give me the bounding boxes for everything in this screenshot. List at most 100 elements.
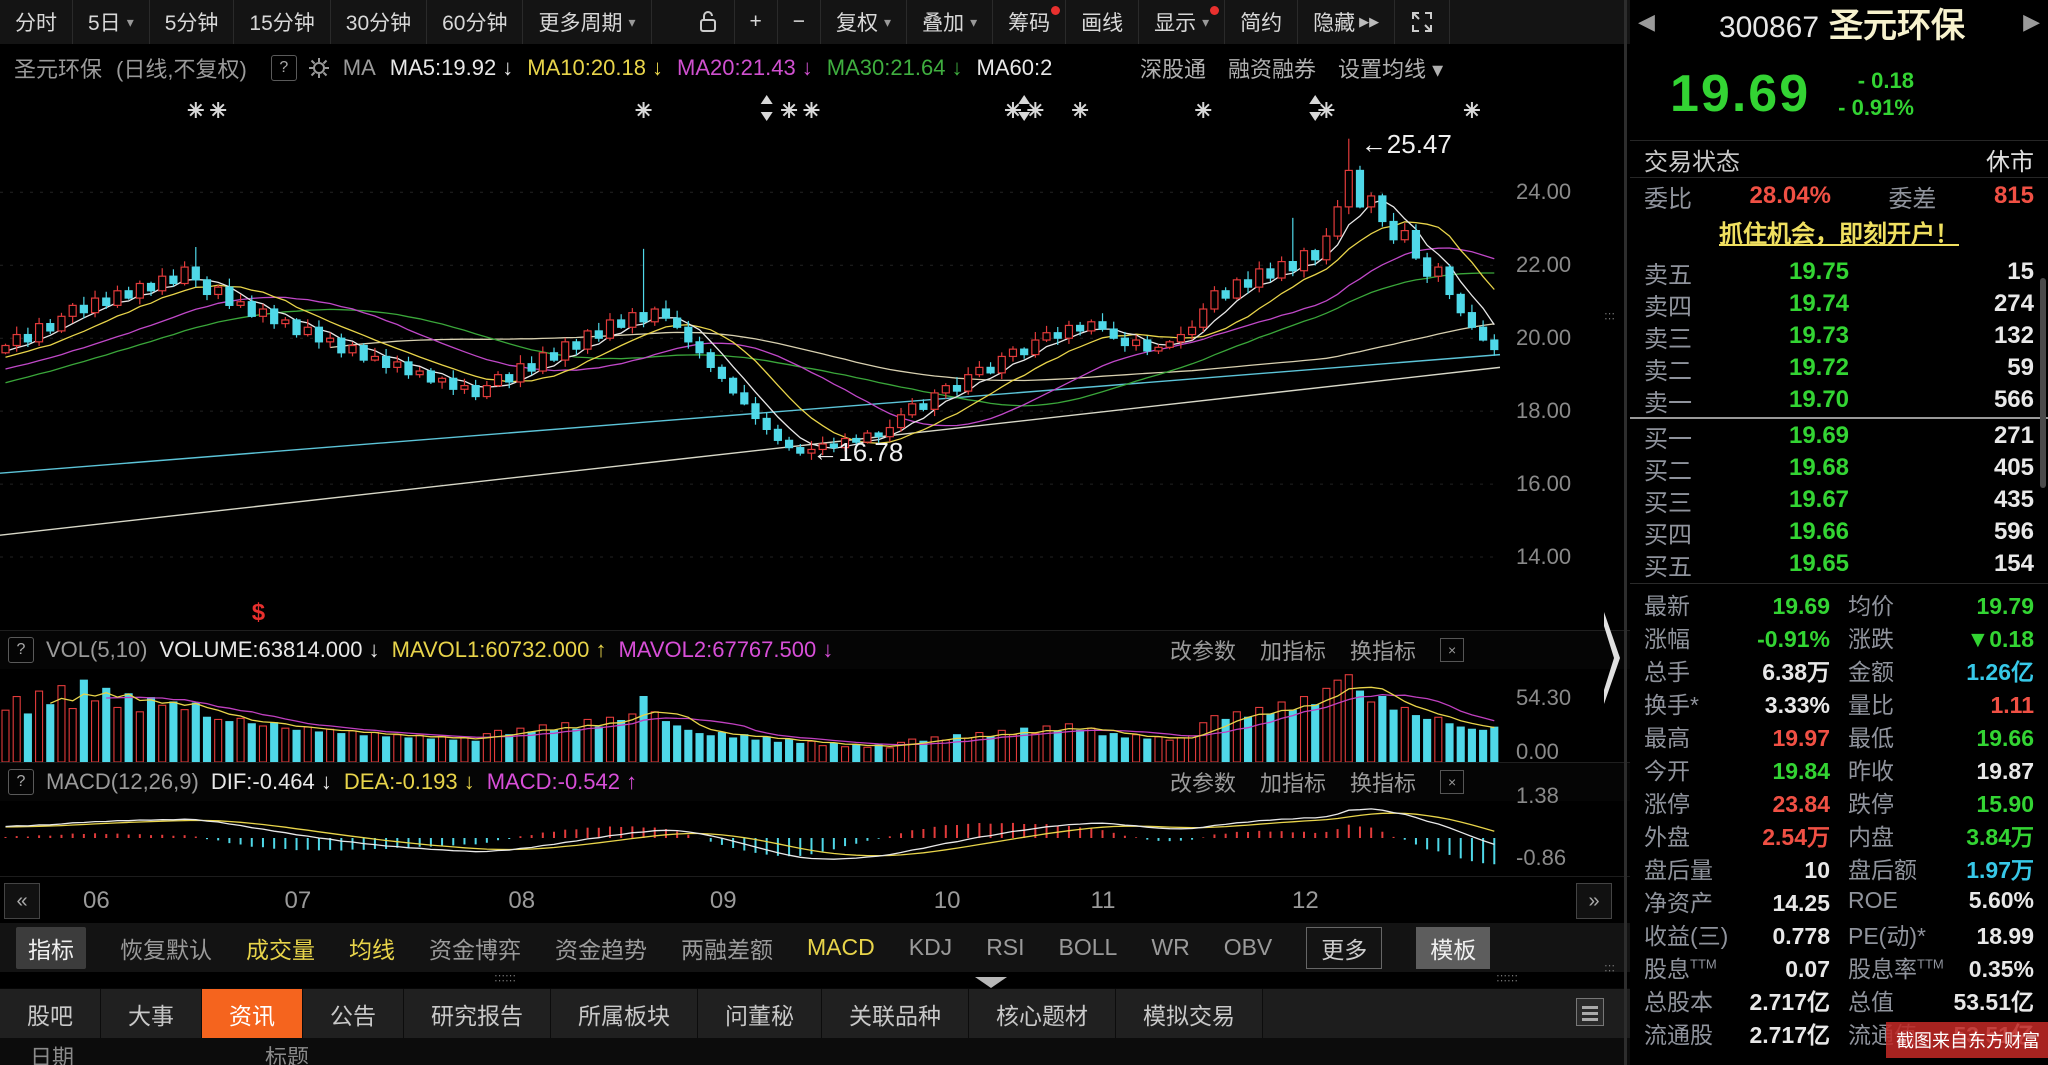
divider-grip[interactable]: ⋯⋯ <box>1604 312 1615 322</box>
panel-divider[interactable] <box>1624 0 1627 1065</box>
bid-price[interactable]: 19.66 <box>1714 518 1924 546</box>
toolbar-30分钟[interactable]: 30分钟 <box>331 0 427 44</box>
ask-price[interactable]: 19.70 <box>1714 386 1924 414</box>
indicator-BOLL[interactable]: BOLL <box>1059 934 1118 961</box>
quote-scrollbar[interactable] <box>2040 278 2046 488</box>
scroll-right-icon[interactable]: » <box>1576 883 1612 919</box>
ask-price[interactable]: 19.72 <box>1714 354 1924 382</box>
tab-所属板块[interactable]: 所属板块 <box>551 989 698 1039</box>
toolbar-分时[interactable]: 分时 <box>0 0 73 44</box>
toolbar-画线[interactable]: 画线 <box>1066 0 1139 44</box>
bid-price[interactable]: 19.69 <box>1714 422 1924 450</box>
candle <box>114 291 121 306</box>
toolbar-60分钟[interactable]: 60分钟 <box>427 0 523 44</box>
candlestick-chart[interactable]: ←25.47←16.78$24.0022.0020.0018.0016.0014… <box>0 92 1630 630</box>
bid-price[interactable]: 19.68 <box>1714 454 1924 482</box>
toolbar-隐藏[interactable]: 隐藏▶▶ <box>1298 0 1395 44</box>
tab-核心题材[interactable]: 核心题材 <box>969 989 1116 1039</box>
drag-grip[interactable]: ⋯⋯⋯⋯ <box>494 974 516 984</box>
help-icon[interactable]: ? <box>271 55 297 81</box>
indicator-两融差额[interactable]: 两融差额 <box>681 931 773 965</box>
tab-公告[interactable]: 公告 <box>303 989 404 1039</box>
action-加指标[interactable]: 加指标 <box>1260 634 1326 666</box>
price-annotation: ←16.78 <box>812 437 903 467</box>
drag-grip[interactable]: ⋯⋯⋯⋯ <box>1496 974 1518 984</box>
indicator-WR[interactable]: WR <box>1151 934 1189 961</box>
scroll-left-icon[interactable]: « <box>4 883 40 919</box>
tab-研究报告[interactable]: 研究报告 <box>404 989 551 1039</box>
indicator-资金趋势[interactable]: 资金趋势 <box>555 931 647 965</box>
indicator-MACD[interactable]: MACD <box>807 934 875 961</box>
collapse-panel-arrow[interactable] <box>975 977 1007 988</box>
prev-stock-arrow-icon[interactable]: ◀ <box>1638 9 1655 35</box>
close-icon[interactable]: × <box>1440 638 1464 662</box>
tab-资讯[interactable]: 资讯 <box>202 989 303 1039</box>
open-account-link[interactable]: 抓住机会，即刻开户！ <box>1630 214 2048 256</box>
stock-name: 圣元环保 <box>1829 0 1965 47</box>
stat-label-盘后额: 盘后额 <box>1848 851 1917 885</box>
action-改参数[interactable]: 改参数 <box>1170 766 1236 798</box>
list-view-icon[interactable] <box>1576 998 1604 1026</box>
indicator-成交量[interactable]: 成交量 <box>246 931 315 965</box>
dividend-marker: $ <box>252 599 266 626</box>
help-icon[interactable]: ? <box>8 637 34 663</box>
header-link-融资融券[interactable]: 融资融券 <box>1228 52 1316 84</box>
divider-grip[interactable]: ⋯⋯ <box>1604 964 1615 974</box>
macd-panel[interactable] <box>0 800 1630 876</box>
gear-icon[interactable] <box>307 56 331 80</box>
action-换指标[interactable]: 换指标 <box>1350 634 1416 666</box>
candle <box>1468 313 1475 328</box>
ask-price[interactable]: 19.73 <box>1714 322 1924 350</box>
stat-label-换手*: 换手* <box>1644 686 1699 720</box>
action-加指标[interactable]: 加指标 <box>1260 766 1326 798</box>
toolbar-5分钟[interactable]: 5分钟 <box>150 0 235 44</box>
next-stock-arrow-icon[interactable]: ▶ <box>2023 9 2040 35</box>
toolbar-15分钟[interactable]: 15分钟 <box>234 0 330 44</box>
toolbar-显示[interactable]: 显示▾ <box>1139 0 1225 44</box>
toolbar-筹码[interactable]: 筹码 <box>993 0 1066 44</box>
indicator-恢复默认[interactable]: 恢复默认 <box>120 931 212 965</box>
event-star-icon <box>1318 102 1334 118</box>
tab-关联品种[interactable]: 关联品种 <box>822 989 969 1039</box>
indicator-指标[interactable]: 指标 <box>16 927 86 969</box>
action-改参数[interactable]: 改参数 <box>1170 634 1236 666</box>
toolbar-更多周期[interactable]: 更多周期▾ <box>523 0 651 44</box>
fullscreen-icon[interactable] <box>1395 0 1450 44</box>
tab-模拟交易[interactable]: 模拟交易 <box>1116 989 1263 1039</box>
indicator-模板[interactable]: 模板 <box>1416 927 1490 969</box>
toolbar-复权[interactable]: 复权▾ <box>821 0 907 44</box>
header-link-深股通[interactable]: 深股通 <box>1140 52 1206 84</box>
bid-price[interactable]: 19.67 <box>1714 486 1924 514</box>
candle <box>539 353 546 371</box>
indicator-KDJ[interactable]: KDJ <box>909 934 952 961</box>
toolbar-+[interactable]: + <box>735 0 778 44</box>
indicator-RSI[interactable]: RSI <box>986 934 1024 961</box>
lock-icon[interactable] <box>682 0 735 44</box>
bid-price[interactable]: 19.65 <box>1714 550 1924 578</box>
header-link-设置均线 ▾[interactable]: 设置均线 ▾ <box>1338 52 1443 84</box>
toolbar-−[interactable]: − <box>778 0 821 44</box>
tab-问董秘[interactable]: 问董秘 <box>698 989 822 1039</box>
ttm-superscript: TTM <box>1690 956 1717 971</box>
candle <box>1435 267 1442 276</box>
toolbar-label: 15分钟 <box>249 7 314 37</box>
toolbar-5日[interactable]: 5日▾ <box>73 0 150 44</box>
indicator-均线[interactable]: 均线 <box>349 931 395 965</box>
action-换指标[interactable]: 换指标 <box>1350 766 1416 798</box>
ask-price[interactable]: 19.74 <box>1714 290 1924 318</box>
close-icon[interactable]: × <box>1440 770 1464 794</box>
ask-price[interactable]: 19.75 <box>1714 258 1924 286</box>
tab-股吧[interactable]: 股吧 <box>0 989 101 1039</box>
toolbar-叠加[interactable]: 叠加▾ <box>907 0 993 44</box>
month-label: 09 <box>710 887 737 915</box>
toolbar-简约[interactable]: 简约 <box>1225 0 1298 44</box>
stat-value-PE(动)*: 18.99 <box>1976 923 2034 950</box>
indicator-更多[interactable]: 更多 <box>1306 927 1382 969</box>
indicator-OBV[interactable]: OBV <box>1224 934 1273 961</box>
indicator-资金博弈[interactable]: 资金博弈 <box>429 931 521 965</box>
tab-大事[interactable]: 大事 <box>101 989 202 1039</box>
candle <box>416 371 423 375</box>
help-icon[interactable]: ? <box>8 769 34 795</box>
double-arrow-icon: ▶▶ <box>1359 14 1379 30</box>
volume-panel[interactable] <box>0 668 1630 762</box>
